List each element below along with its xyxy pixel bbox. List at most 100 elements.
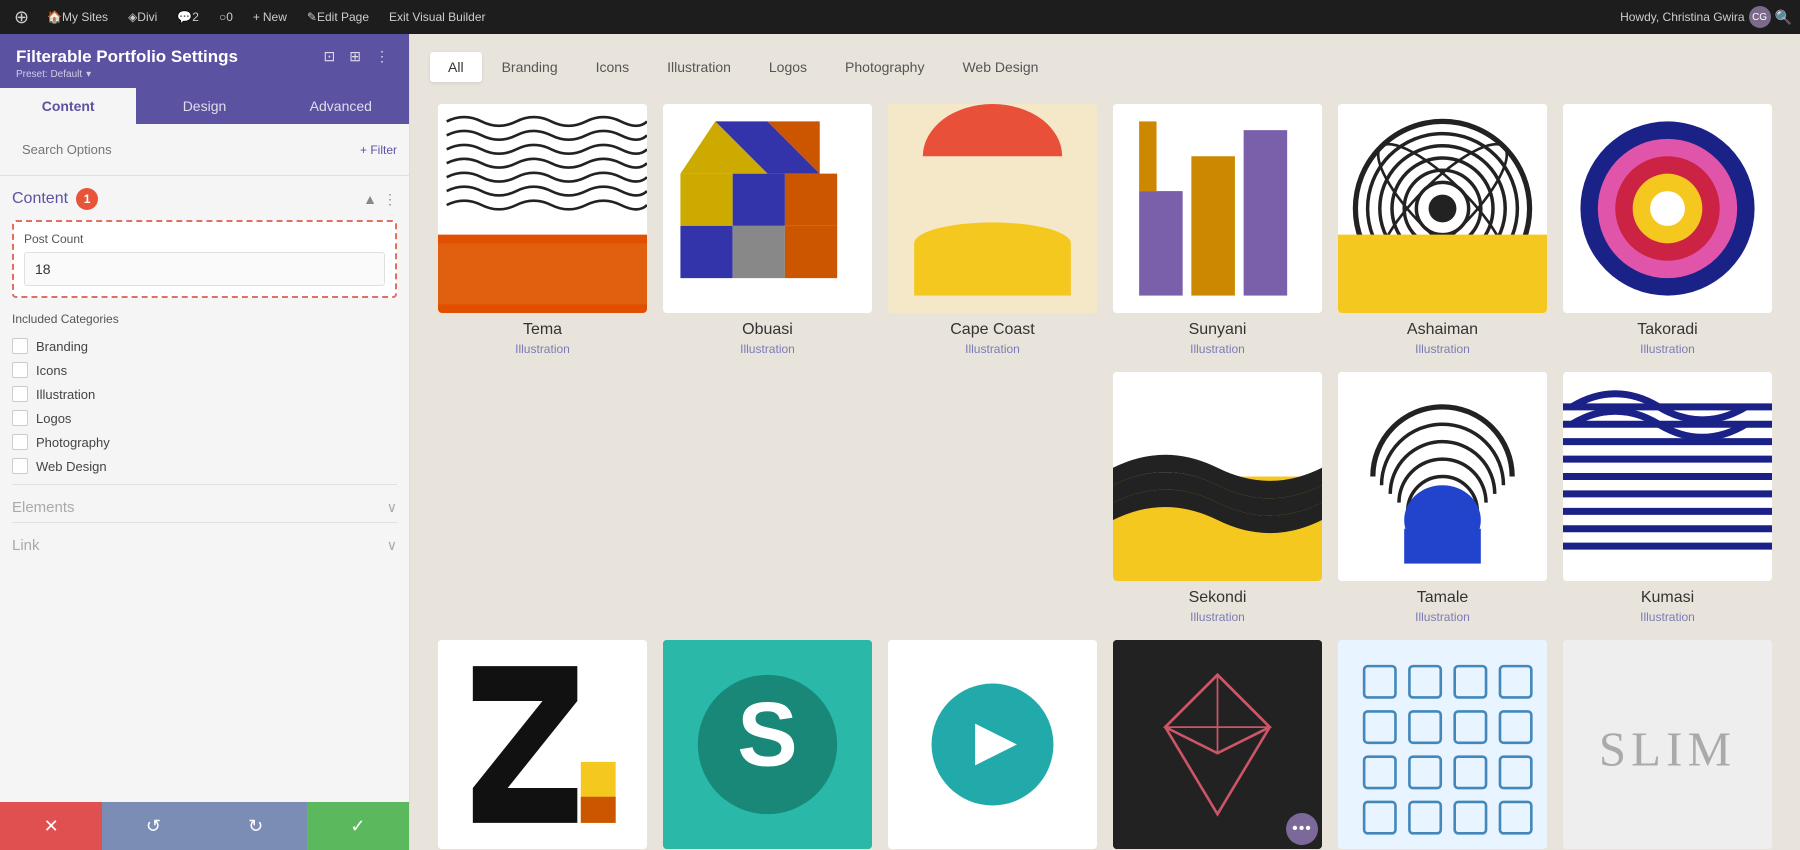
portfolio-item-slimfont[interactable]: SLIM Slim Font Illustration, Web: [1555, 632, 1780, 850]
admin-bar-comment-count[interactable]: ○ 0: [211, 0, 241, 34]
wp-logo-icon: ⊕: [8, 7, 35, 28]
elements-header[interactable]: Elements ∨: [12, 499, 397, 516]
portfolio-thumb-sunyani: [1113, 104, 1322, 313]
portfolio-thumb-kumasi: [1563, 372, 1772, 581]
comments-icon: 💬: [177, 10, 192, 24]
category-webdesign: Web Design: [12, 454, 397, 478]
portfolio-thumb-sekondi: [1113, 372, 1322, 581]
portfolio-item-cape-coast[interactable]: Cape Coast Illustration: [880, 96, 1105, 364]
portfolio-thumb-takoradi: [1563, 104, 1772, 313]
category-photography-label: Photography: [36, 435, 110, 450]
category-icons-checkbox[interactable]: [12, 362, 28, 378]
filter-button[interactable]: + Filter: [360, 143, 397, 157]
sidebar-search-row: + Filter: [0, 124, 409, 176]
sidebar-more-icon[interactable]: ⋮: [371, 46, 393, 67]
link-title: Link: [12, 537, 40, 554]
portfolio-category-obuasi: Illustration: [663, 342, 872, 356]
portfolio-thumb-airplay: [888, 640, 1097, 849]
portfolio-item-sunyani[interactable]: Sunyani Illustration: [1105, 96, 1330, 364]
category-photography-checkbox[interactable]: [12, 434, 28, 450]
sidebar-header: Filterable Portfolio Settings ⊡ ⊞ ⋮ Pres…: [0, 34, 409, 88]
tab-design[interactable]: Design: [136, 88, 272, 124]
portfolio-name-tamale: Tamale: [1338, 589, 1547, 607]
filter-tab-all[interactable]: All: [430, 52, 482, 82]
undo-button[interactable]: ↺: [102, 802, 204, 850]
content-section-header: Content 1 ▲ ⋮: [12, 188, 397, 210]
portfolio-filter-tabs: All Branding Icons Illustration Logos Ph…: [410, 34, 1800, 96]
admin-bar-right: Howdy, Christina Gwira CG 🔍: [1620, 6, 1792, 28]
portfolio-name-takoradi: Takoradi: [1563, 321, 1772, 339]
category-branding-checkbox[interactable]: [12, 338, 28, 354]
category-illustration-label: Illustration: [36, 387, 95, 402]
portfolio-item-lineicon[interactable]: Line Icon Set Illustration, Web: [1330, 632, 1555, 850]
portfolio-category-ashaiman: Illustration: [1338, 342, 1547, 356]
redo-button[interactable]: ↻: [205, 802, 307, 850]
portfolio-item-sekondi[interactable]: Sekondi Illustration: [1105, 364, 1330, 632]
category-icons-label: Icons: [36, 363, 67, 378]
portfolio-thumb-cape-coast: [888, 104, 1097, 313]
sidebar-copy-icon[interactable]: ⊡: [320, 46, 340, 67]
portfolio-item-accra[interactable]: Accra Illustration: [430, 632, 655, 850]
post-count-input[interactable]: [24, 252, 385, 286]
portfolio-item-kumasi[interactable]: Kumasi Illustration: [1555, 364, 1780, 632]
divi-icon: ◈: [128, 10, 137, 24]
portfolio-name-sunyani: Sunyani: [1113, 321, 1322, 339]
svg-text:S: S: [737, 684, 797, 785]
portfolio-thumb-tema: [438, 104, 647, 313]
elements-chevron-icon: ∨: [387, 499, 397, 516]
portfolio-name-kumasi: Kumasi: [1563, 589, 1772, 607]
admin-bar-exit-visual-builder[interactable]: Exit Visual Builder: [381, 0, 494, 34]
category-logos-checkbox[interactable]: [12, 410, 28, 426]
filter-tab-branding[interactable]: Branding: [484, 52, 576, 82]
content-section-title: Content: [12, 190, 68, 208]
preset-selector[interactable]: Preset: Default ▾: [16, 67, 393, 88]
section-more-button[interactable]: ⋮: [383, 191, 397, 208]
svg-text:SLIM: SLIM: [1599, 722, 1736, 776]
portfolio-item-takoradi[interactable]: Takoradi Illustration: [1555, 96, 1780, 364]
tab-advanced[interactable]: Advanced: [273, 88, 409, 124]
category-webdesign-checkbox[interactable]: [12, 458, 28, 474]
section-collapse-button[interactable]: ▲: [363, 191, 377, 208]
admin-bar-comments[interactable]: 💬 2: [169, 0, 207, 34]
cancel-button[interactable]: ✕: [0, 802, 102, 850]
sidebar-grid-icon[interactable]: ⊞: [345, 46, 365, 67]
portfolio-name-tema: Tema: [438, 321, 647, 339]
category-illustration-checkbox[interactable]: [12, 386, 28, 402]
filter-tab-photography[interactable]: Photography: [827, 52, 942, 82]
filter-tab-webdesign[interactable]: Web Design: [944, 52, 1056, 82]
save-button[interactable]: ✓: [307, 802, 409, 850]
admin-bar-my-sites[interactable]: 🏠 My Sites: [39, 0, 116, 34]
tab-content[interactable]: Content: [0, 88, 136, 124]
portfolio-category-takoradi: Illustration: [1563, 342, 1772, 356]
filter-tab-illustration[interactable]: Illustration: [649, 52, 749, 82]
admin-bar-edit-page[interactable]: ✎ Edit Page: [299, 0, 377, 34]
category-logos: Logos: [12, 406, 397, 430]
portfolio-item-tamale[interactable]: Tamale Illustration: [1330, 364, 1555, 632]
search-input[interactable]: [12, 134, 360, 165]
link-header[interactable]: Link ∨: [12, 537, 397, 554]
portfolio-category-tamale: Illustration: [1338, 610, 1547, 624]
portfolio-main: All Branding Icons Illustration Logos Ph…: [410, 34, 1800, 850]
portfolio-item-obuasi[interactable]: Obuasi Illustration: [655, 96, 880, 364]
main-layout: Filterable Portfolio Settings ⊡ ⊞ ⋮ Pres…: [0, 34, 1800, 850]
portfolio-item-ombra[interactable]: ••• Ombra Branding Illustration: [1105, 632, 1330, 850]
sidebar-title-row: Filterable Portfolio Settings ⊡ ⊞ ⋮: [16, 46, 393, 67]
category-branding: Branding: [12, 334, 397, 358]
section-actions: ▲ ⋮: [363, 191, 397, 208]
admin-bar-new-button[interactable]: + New: [245, 0, 295, 34]
elements-section: Elements ∨: [12, 484, 397, 516]
portfolio-item-tema[interactable]: Tema Illustration: [430, 96, 655, 364]
admin-search-button[interactable]: 🔍: [1775, 9, 1792, 26]
loading-indicator: •••: [1286, 813, 1318, 845]
filter-tab-logos[interactable]: Logos: [751, 52, 825, 82]
portfolio-item-shadow[interactable]: S Shadow Inc. Illustration: [655, 632, 880, 850]
link-section: Link ∨: [12, 522, 397, 554]
filter-tab-icons[interactable]: Icons: [578, 52, 647, 82]
portfolio-item-ashaiman[interactable]: Ashaiman Illustration: [1330, 96, 1555, 364]
category-branding-label: Branding: [36, 339, 88, 354]
portfolio-name-obuasi: Obuasi: [663, 321, 872, 339]
portfolio-item-airplay[interactable]: Airplay Illustration, Logos: [880, 632, 1105, 850]
sidebar-footer: ✕ ↺ ↻ ✓: [0, 802, 409, 850]
elements-title: Elements: [12, 499, 75, 516]
admin-bar-divi[interactable]: ◈ Divi: [120, 0, 165, 34]
